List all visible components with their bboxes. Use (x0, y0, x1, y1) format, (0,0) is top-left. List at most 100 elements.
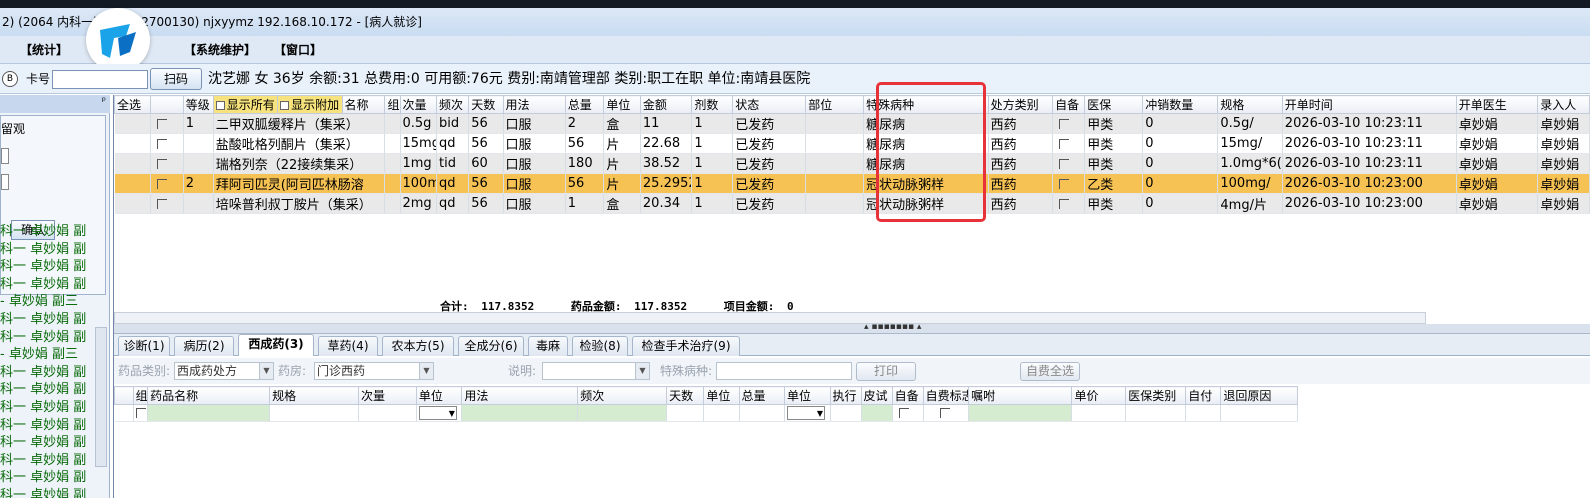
cell-count: 1 (691, 173, 734, 194)
patient-list-item[interactable]: 科一 卓妙娟 副 (0, 241, 96, 259)
menu-item-stats[interactable]: 【统计】 (20, 36, 68, 64)
row-checkbox[interactable] (150, 113, 184, 134)
row-checkbox[interactable] (150, 153, 184, 174)
total-unit-select[interactable] (784, 404, 831, 422)
row-checkbox[interactable] (150, 193, 184, 214)
checkbox-icon[interactable] (1059, 198, 1070, 209)
checkbox-icon[interactable] (1059, 178, 1070, 189)
pharmacy-select[interactable]: 门诊西药 ▼ (314, 362, 434, 380)
patient-list-item[interactable]: 科一 卓妙娟 副 (0, 487, 96, 498)
cell-self-checkbox[interactable] (1052, 193, 1086, 214)
panel-splitter[interactable]: ▴ ▪▪▪▪▪▪▪ ▴ (114, 322, 1590, 334)
usage-input[interactable] (461, 404, 579, 422)
scan-button[interactable]: 扫码 (150, 68, 202, 90)
tab-narcotic[interactable]: 毒麻 (528, 336, 568, 356)
show-all-checkbox[interactable] (215, 101, 225, 110)
days-input[interactable] (666, 404, 705, 422)
prescription-row[interactable]: 盐酸吡格列酮片（集采） 15mg qd 56 口服 56 片 22.68 1 已发药 糖尿病 西药 甲类… (114, 133, 1590, 154)
checkbox-icon[interactable] (1059, 118, 1070, 129)
cell-days: 56 (468, 173, 504, 194)
checkbox-icon[interactable] (1059, 158, 1070, 169)
patient-list-item[interactable]: 科一 卓妙娟 副 (0, 311, 96, 329)
left-filter-input-2[interactable] (1, 174, 9, 190)
patient-list-item[interactable]: 科一 卓妙娟 副 (0, 469, 96, 487)
self-pay-all-button[interactable]: 自费全选 (1020, 362, 1080, 381)
prescription-row[interactable]: 1 二甲双胍缓释片（集采） 0.5g bid 56 口服 2 盒 11 1 已发药 糖尿病 西药 甲类 0 0… (114, 113, 1590, 134)
tab-full-ingredient[interactable]: 全成分(6) (458, 336, 524, 356)
chevron-down-icon[interactable]: ▼ (259, 363, 273, 379)
splitter-grip[interactable]: ▴ ▪▪▪▪▪▪▪ ▴ (864, 322, 921, 332)
prescription-row[interactable]: 2 拜阿司匹灵(阿司匹林肠溶 100m qd 56 口服 56 片 25.2952 1 已发药 冠状动… (114, 173, 1590, 194)
checkbox-icon[interactable] (157, 158, 168, 169)
patient-list-item[interactable]: 科一 卓妙娟 副 (0, 364, 96, 382)
mode-icon[interactable]: B (2, 71, 18, 87)
entry-row[interactable] (114, 404, 1298, 422)
patient-list-item[interactable]: 科一 卓妙娟 副 (0, 434, 96, 452)
patient-list-item[interactable]: 科一 卓妙娟 副 (0, 452, 96, 470)
drug-type-select[interactable]: 西成药处方 ▼ (174, 362, 274, 380)
cell-self-checkbox[interactable] (1052, 113, 1086, 134)
checkbox-icon[interactable] (157, 178, 168, 189)
drug-type-label: 药品类别: (118, 364, 171, 378)
execute-cell[interactable] (830, 404, 862, 422)
print-button[interactable]: 打印 (856, 362, 916, 381)
patient-list-item[interactable]: 科一 卓妙娟 副 (0, 329, 96, 347)
cell-self-checkbox[interactable] (1052, 133, 1086, 154)
menu-item-system[interactable]: 【系统维护】 (184, 36, 256, 64)
special-disease-input[interactable] (716, 362, 852, 380)
tab-lab[interactable]: 检验(8) (572, 336, 628, 356)
tab-western-medicine[interactable]: 西成药(3) (238, 334, 314, 356)
freq-input[interactable] (577, 404, 668, 422)
tab-medical-record[interactable]: 病历(2) (174, 336, 234, 356)
row-checkbox[interactable] (150, 133, 184, 154)
skin-test-cell[interactable] (861, 404, 893, 422)
cell-usage: 口服 (503, 193, 566, 214)
card-number-input[interactable] (52, 70, 148, 89)
prescription-row[interactable]: 瑞格列奈（22接续集采） 1mg tid 60 口服 180 片 38.52 1 已发药 糖尿病 西药… (114, 153, 1590, 174)
total-input[interactable] (739, 404, 786, 422)
patient-list-item[interactable]: 科一 卓妙娟 副 (0, 223, 96, 241)
patient-list-item[interactable]: 科一 卓妙娟 副 (0, 417, 96, 435)
chevron-down-icon[interactable]: ▼ (419, 363, 433, 379)
group-checkbox[interactable] (133, 404, 149, 422)
left-filter-input-1[interactable] (1, 148, 9, 164)
patient-list-item[interactable]: 科一 卓妙娟 副 (0, 381, 96, 399)
cell-self-checkbox[interactable] (1052, 153, 1086, 174)
patient-list-item[interactable]: 科一 卓妙娟 副 (0, 258, 96, 276)
grid-horizontal-scrollbar[interactable] (114, 312, 1426, 324)
checkbox-icon[interactable] (157, 118, 168, 129)
cell-self-checkbox[interactable] (1052, 173, 1086, 194)
self-pay-checkbox[interactable] (923, 404, 970, 422)
note-select[interactable]: ▼ (542, 362, 650, 380)
tab-exam-surgery[interactable]: 检查手术治疗(9) (632, 336, 740, 356)
cell-grade: 1 (183, 113, 214, 134)
dose-input[interactable] (358, 404, 417, 422)
cell-dose: 15mg (400, 133, 437, 154)
pin-icon[interactable]: ᵖ (102, 96, 106, 107)
self-provided-checkbox[interactable] (892, 404, 924, 422)
checkbox-icon[interactable] (1059, 138, 1070, 149)
patient-list-item[interactable]: - 卓妙娟 副三 (0, 346, 96, 364)
checkbox-icon[interactable] (157, 198, 168, 209)
patient-list-scrollbar[interactable] (95, 327, 107, 467)
patient-list-item[interactable]: - 卓妙娟 副三 (0, 293, 96, 311)
drug-name-input[interactable] (147, 404, 271, 422)
cell-entry: 卓妙娟 (1537, 153, 1590, 174)
chevron-down-icon[interactable]: ▼ (635, 363, 649, 379)
tab-diagnosis[interactable]: 诊断(1) (118, 336, 170, 356)
cell-status: 已发药 (732, 113, 807, 134)
show-extra-toggle[interactable]: 显示附加 (277, 95, 343, 114)
checkbox-icon[interactable] (157, 138, 168, 149)
dose-unit-select[interactable] (416, 404, 463, 422)
tab-agri-prescription[interactable]: 农本方(5) (382, 336, 454, 356)
prescription-row[interactable]: 培哚普利叔丁胺片（集采） 2mg qd 56 口服 1 盒 20.34 1 已发药 冠状动脉粥样 西药… (114, 193, 1590, 214)
col-select-all[interactable]: 全选 (113, 95, 152, 114)
patient-list-item[interactable]: 科一 卓妙娟 副 (0, 399, 96, 417)
show-all-toggle[interactable]: 显示所有 (212, 95, 279, 114)
menu-item-window[interactable]: 【窗口】 (274, 36, 322, 64)
show-extra-checkbox[interactable] (280, 101, 290, 110)
patient-list-item[interactable]: 科一 卓妙娟 副 (0, 276, 96, 294)
instruction-input[interactable] (968, 404, 1073, 422)
row-checkbox[interactable] (150, 173, 184, 194)
tab-herbal[interactable]: 草药(4) (318, 336, 378, 356)
